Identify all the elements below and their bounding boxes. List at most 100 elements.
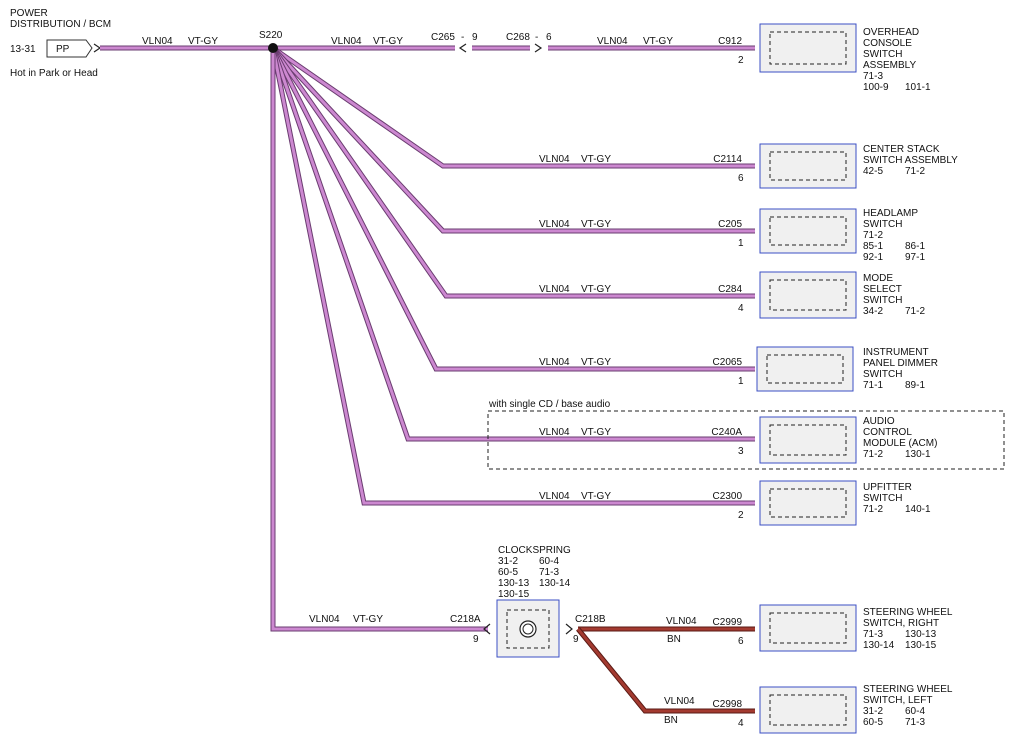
wire-label-circuit: VLN04 [539, 427, 570, 438]
component-ref: 100-9 [863, 82, 889, 93]
wiring-schematic-svg: POWER DISTRIBUTION / BCM 13-31 PP Hot in… [10, 8, 1005, 734]
component-box [759, 271, 857, 319]
inline-connector-sep: - [535, 32, 538, 43]
component-name-line: CONSOLE [863, 38, 912, 49]
wire-label-circuit: VLN04 [539, 284, 570, 295]
connector-pin: 2 [738, 55, 744, 66]
clockspring-in-connector: C218A [450, 614, 481, 625]
component-box [759, 686, 857, 734]
connector-pin: 4 [738, 303, 744, 314]
wire-label-circuit: VLN04 [666, 616, 697, 627]
wires-layer [100, 45, 755, 714]
component-ref: 71-3 [905, 717, 925, 728]
component-box [759, 416, 857, 464]
connector-pin: 2 [738, 510, 744, 521]
wire-label-color: VT-GY [581, 357, 611, 368]
component-name-line: MODULE (ACM) [863, 438, 937, 449]
component-ref: 60-5 [863, 717, 883, 728]
component-ref: 71-3 [863, 629, 883, 640]
component-name-line: SWITCH [863, 49, 902, 60]
clockspring-ref: 60-4 [539, 556, 559, 567]
component-name-line: SWITCH [863, 219, 902, 230]
wire-label-color: VT-GY [353, 614, 383, 625]
component-ref: 85-1 [863, 241, 883, 252]
wiring-diagram: POWER DISTRIBUTION / BCM 13-31 PP Hot in… [0, 0, 1014, 742]
pp-connector-shape [46, 39, 93, 58]
connector-pin: 1 [738, 376, 744, 387]
clockspring-ref: 60-5 [498, 567, 518, 578]
component-name-line: INSTRUMENT [863, 347, 929, 358]
component-ref: 71-2 [905, 166, 925, 177]
source-pin: 13-31 [10, 44, 36, 55]
source-power-distribution-bcm: POWER DISTRIBUTION / BCM 13-31 PP Hot in… [10, 8, 111, 79]
connector-pin: 6 [738, 173, 744, 184]
component-ref: 130-15 [905, 640, 937, 651]
component-ref: 130-13 [905, 629, 937, 640]
clockspring-ref: 71-3 [539, 567, 559, 578]
clockspring-title: CLOCKSPRING [498, 545, 571, 556]
clockspring-ref: 31-2 [498, 556, 518, 567]
connector-label: C2999 [713, 617, 743, 628]
connector-label: C205 [718, 219, 742, 230]
clockspring-ref: 130-15 [498, 589, 530, 600]
component-ref: 71-2 [863, 504, 883, 515]
component-name-line: HEADLAMP [863, 208, 918, 219]
component-ref: 97-1 [905, 252, 925, 263]
connector-arrow-icon [458, 43, 467, 53]
wire-label-color: VT-GY [643, 36, 673, 47]
component-name-line: SWITCH [863, 369, 902, 380]
component-name-line: STEERING WHEEL [863, 684, 953, 695]
wire-label-circuit: VLN04 [597, 36, 628, 47]
component-ref: 130-14 [863, 640, 895, 651]
wire-label-color: VT-GY [581, 154, 611, 165]
component-ref: 92-1 [863, 252, 883, 263]
wire-label-color: VT-GY [581, 284, 611, 295]
option-label: with single CD / base audio [488, 399, 611, 410]
clockspring-out-connector: C218B [575, 614, 606, 625]
component-ref: 42-5 [863, 166, 883, 177]
wire-branch-upfitter [271, 47, 755, 505]
component-ref: 130-1 [905, 449, 931, 460]
branch-headlamp: VLN04 VT-GY C205 1 HEADLAMPSWITCH71-285-1 86-… [539, 208, 925, 263]
component-name-line: UPFITTER [863, 482, 912, 493]
component-box [759, 23, 857, 73]
wire-label-circuit: VLN04 [331, 36, 362, 47]
component-ref: 71-2 [863, 230, 883, 241]
component-ref: 86-1 [905, 241, 925, 252]
wire-label-color: VT-GY [581, 427, 611, 438]
clockspring-in-pin: 9 [473, 634, 479, 645]
connector-arrow-icon [534, 43, 543, 53]
component-name-line: OVERHEAD [863, 27, 919, 38]
connector-pin: 6 [738, 636, 744, 647]
source-arrow-icon [93, 43, 102, 53]
connector-label: C284 [718, 284, 742, 295]
component-box [759, 143, 857, 189]
inline-connector-label: C265 [431, 32, 455, 43]
wire-label-color-bn: BN [667, 634, 681, 645]
inline-connector-sep: - [461, 32, 464, 43]
connector-label: C2065 [713, 357, 743, 368]
component-name-line: MODE [863, 273, 893, 284]
component-name-line: SWITCH, LEFT [863, 695, 932, 706]
component-name-line: SWITCH ASSEMBLY [863, 155, 958, 166]
connector-label: C2114 [713, 154, 742, 165]
clockspring-coil-icon [519, 620, 537, 638]
wire-label-circuit: VLN04 [539, 357, 570, 368]
source-name-line-2: DISTRIBUTION / BCM [10, 19, 111, 30]
splice-label: S220 [259, 30, 283, 41]
connector-pin: 4 [738, 718, 744, 729]
inline-connector-label: C268 [506, 32, 530, 43]
component-name-line: CONTROL [863, 427, 912, 438]
component-box [759, 208, 857, 254]
wire-label-circuit: VLN04 [539, 219, 570, 230]
component-name-line: SWITCH [863, 493, 902, 504]
wire-label-color: VT-GY [581, 491, 611, 502]
branch-overhead: VLN04 VT-GY C912 2 OVERHEADCONSOLESWITCHASSE… [597, 23, 931, 93]
wire-branch-acm-edge [270, 47, 755, 442]
component-ref: 31-2 [863, 706, 883, 717]
component-ref: 71-3 [863, 71, 883, 82]
component-box [759, 604, 857, 652]
source-name-line-1: POWER [10, 8, 48, 19]
component-name-line: ASSEMBLY [863, 60, 916, 71]
component-name-line: CENTER STACK [863, 144, 940, 155]
